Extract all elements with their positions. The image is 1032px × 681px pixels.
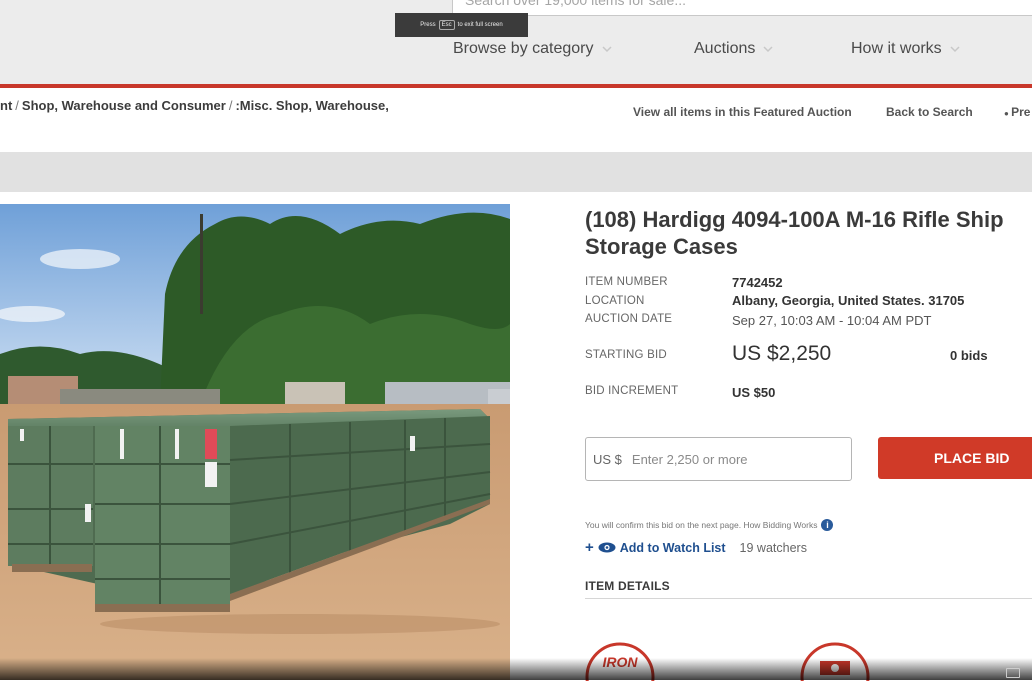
chevron-down-icon [601, 46, 612, 53]
breadcrumb-item[interactable]: Shop, Warehouse and Consumer [22, 98, 226, 113]
item-title-line-2: Storage Cases [585, 234, 738, 259]
divider [585, 598, 1032, 599]
breadcrumb-item[interactable]: :Misc. Shop, Warehouse, [235, 98, 388, 113]
view-featured-auction-link[interactable]: View all items in this Featured Auction [633, 105, 852, 119]
esc-key: Esc [438, 20, 455, 30]
nav-auctions[interactable]: Auctions [694, 40, 773, 58]
location-value: Albany, Georgia, United States. 31705 [732, 293, 965, 308]
bid-increment-value: US $50 [732, 385, 776, 400]
fullscreen-notice-suffix: to exit full screen [457, 22, 503, 28]
product-photo[interactable] [0, 204, 510, 680]
nav-label: Auctions [694, 40, 756, 57]
back-to-search-link[interactable]: Back to Search [886, 105, 973, 119]
item-details-heading[interactable]: ITEM DETAILS [585, 579, 670, 593]
previous-label: Pre [1011, 105, 1031, 119]
location-label: LOCATION [585, 295, 645, 307]
search-input[interactable] [452, 0, 1032, 16]
item-number-label: ITEM NUMBER [585, 276, 668, 288]
closed-captions-icon[interactable] [1006, 668, 1020, 678]
bid-amount-field[interactable]: US $ [585, 437, 852, 481]
auction-date-label: AUCTION DATE [585, 313, 673, 325]
auction-date-value: Sep 27, 10:03 AM - 10:04 AM PDT [732, 313, 932, 328]
bid-confirm-note: You will confirm this bid on the next pa… [585, 519, 834, 531]
bid-count: 0 bids [950, 348, 988, 363]
video-overlay-bar [0, 658, 1032, 680]
bid-increment-label: BID INCREMENT [585, 385, 679, 397]
watcher-count: 19 watchers [739, 540, 807, 555]
bid-confirm-text[interactable]: You will confirm this bid on the next pa… [585, 520, 817, 530]
breadcrumb-separator: / [228, 98, 233, 113]
gray-band [0, 152, 1032, 192]
nav-label: Browse by category [453, 40, 594, 57]
fullscreen-notice: Press Esc to exit full screen [395, 13, 528, 37]
eye-icon [598, 542, 616, 553]
nav-label: How it works [851, 40, 942, 57]
add-to-watch-list-label: Add to Watch List [619, 540, 726, 555]
currency-label: US $ [593, 451, 622, 467]
chevron-down-icon [950, 46, 960, 53]
product-photo-image [0, 204, 510, 680]
accent-divider [0, 84, 1032, 88]
bid-amount-input[interactable] [629, 450, 834, 468]
previous-bullet: ● [1004, 109, 1012, 118]
previous-item-link[interactable]: ● Pre [1004, 105, 1030, 119]
starting-bid-value: US $2,250 [732, 342, 832, 365]
starting-bid-label: STARTING BID [585, 349, 667, 361]
watch-row: + Add to Watch List 19 watchers [585, 539, 807, 556]
fullscreen-notice-prefix: Press [420, 22, 436, 28]
item-number-value: 7742452 [732, 275, 783, 290]
item-title: (108) Hardigg 4094-100A M-16 Rifle Ship … [585, 206, 1032, 260]
plus-icon: + [585, 539, 594, 556]
nav-how-it-works[interactable]: How it works [851, 40, 960, 58]
add-to-watch-list-link[interactable]: + Add to Watch List [585, 539, 726, 556]
breadcrumb: nt / Shop, Warehouse and Consumer /:Misc. S… [0, 98, 389, 113]
item-title-line-1: (108) Hardigg 4094-100A M-16 Rifle Ship [585, 207, 1004, 232]
place-bid-button[interactable]: PLACE BID [878, 437, 1032, 479]
breadcrumb-item[interactable]: nt [0, 98, 12, 113]
chevron-down-icon [763, 46, 773, 53]
nav-browse-by-category[interactable]: Browse by category [453, 40, 612, 58]
breadcrumb-separator: / [15, 98, 19, 113]
info-icon[interactable]: i [821, 519, 834, 531]
